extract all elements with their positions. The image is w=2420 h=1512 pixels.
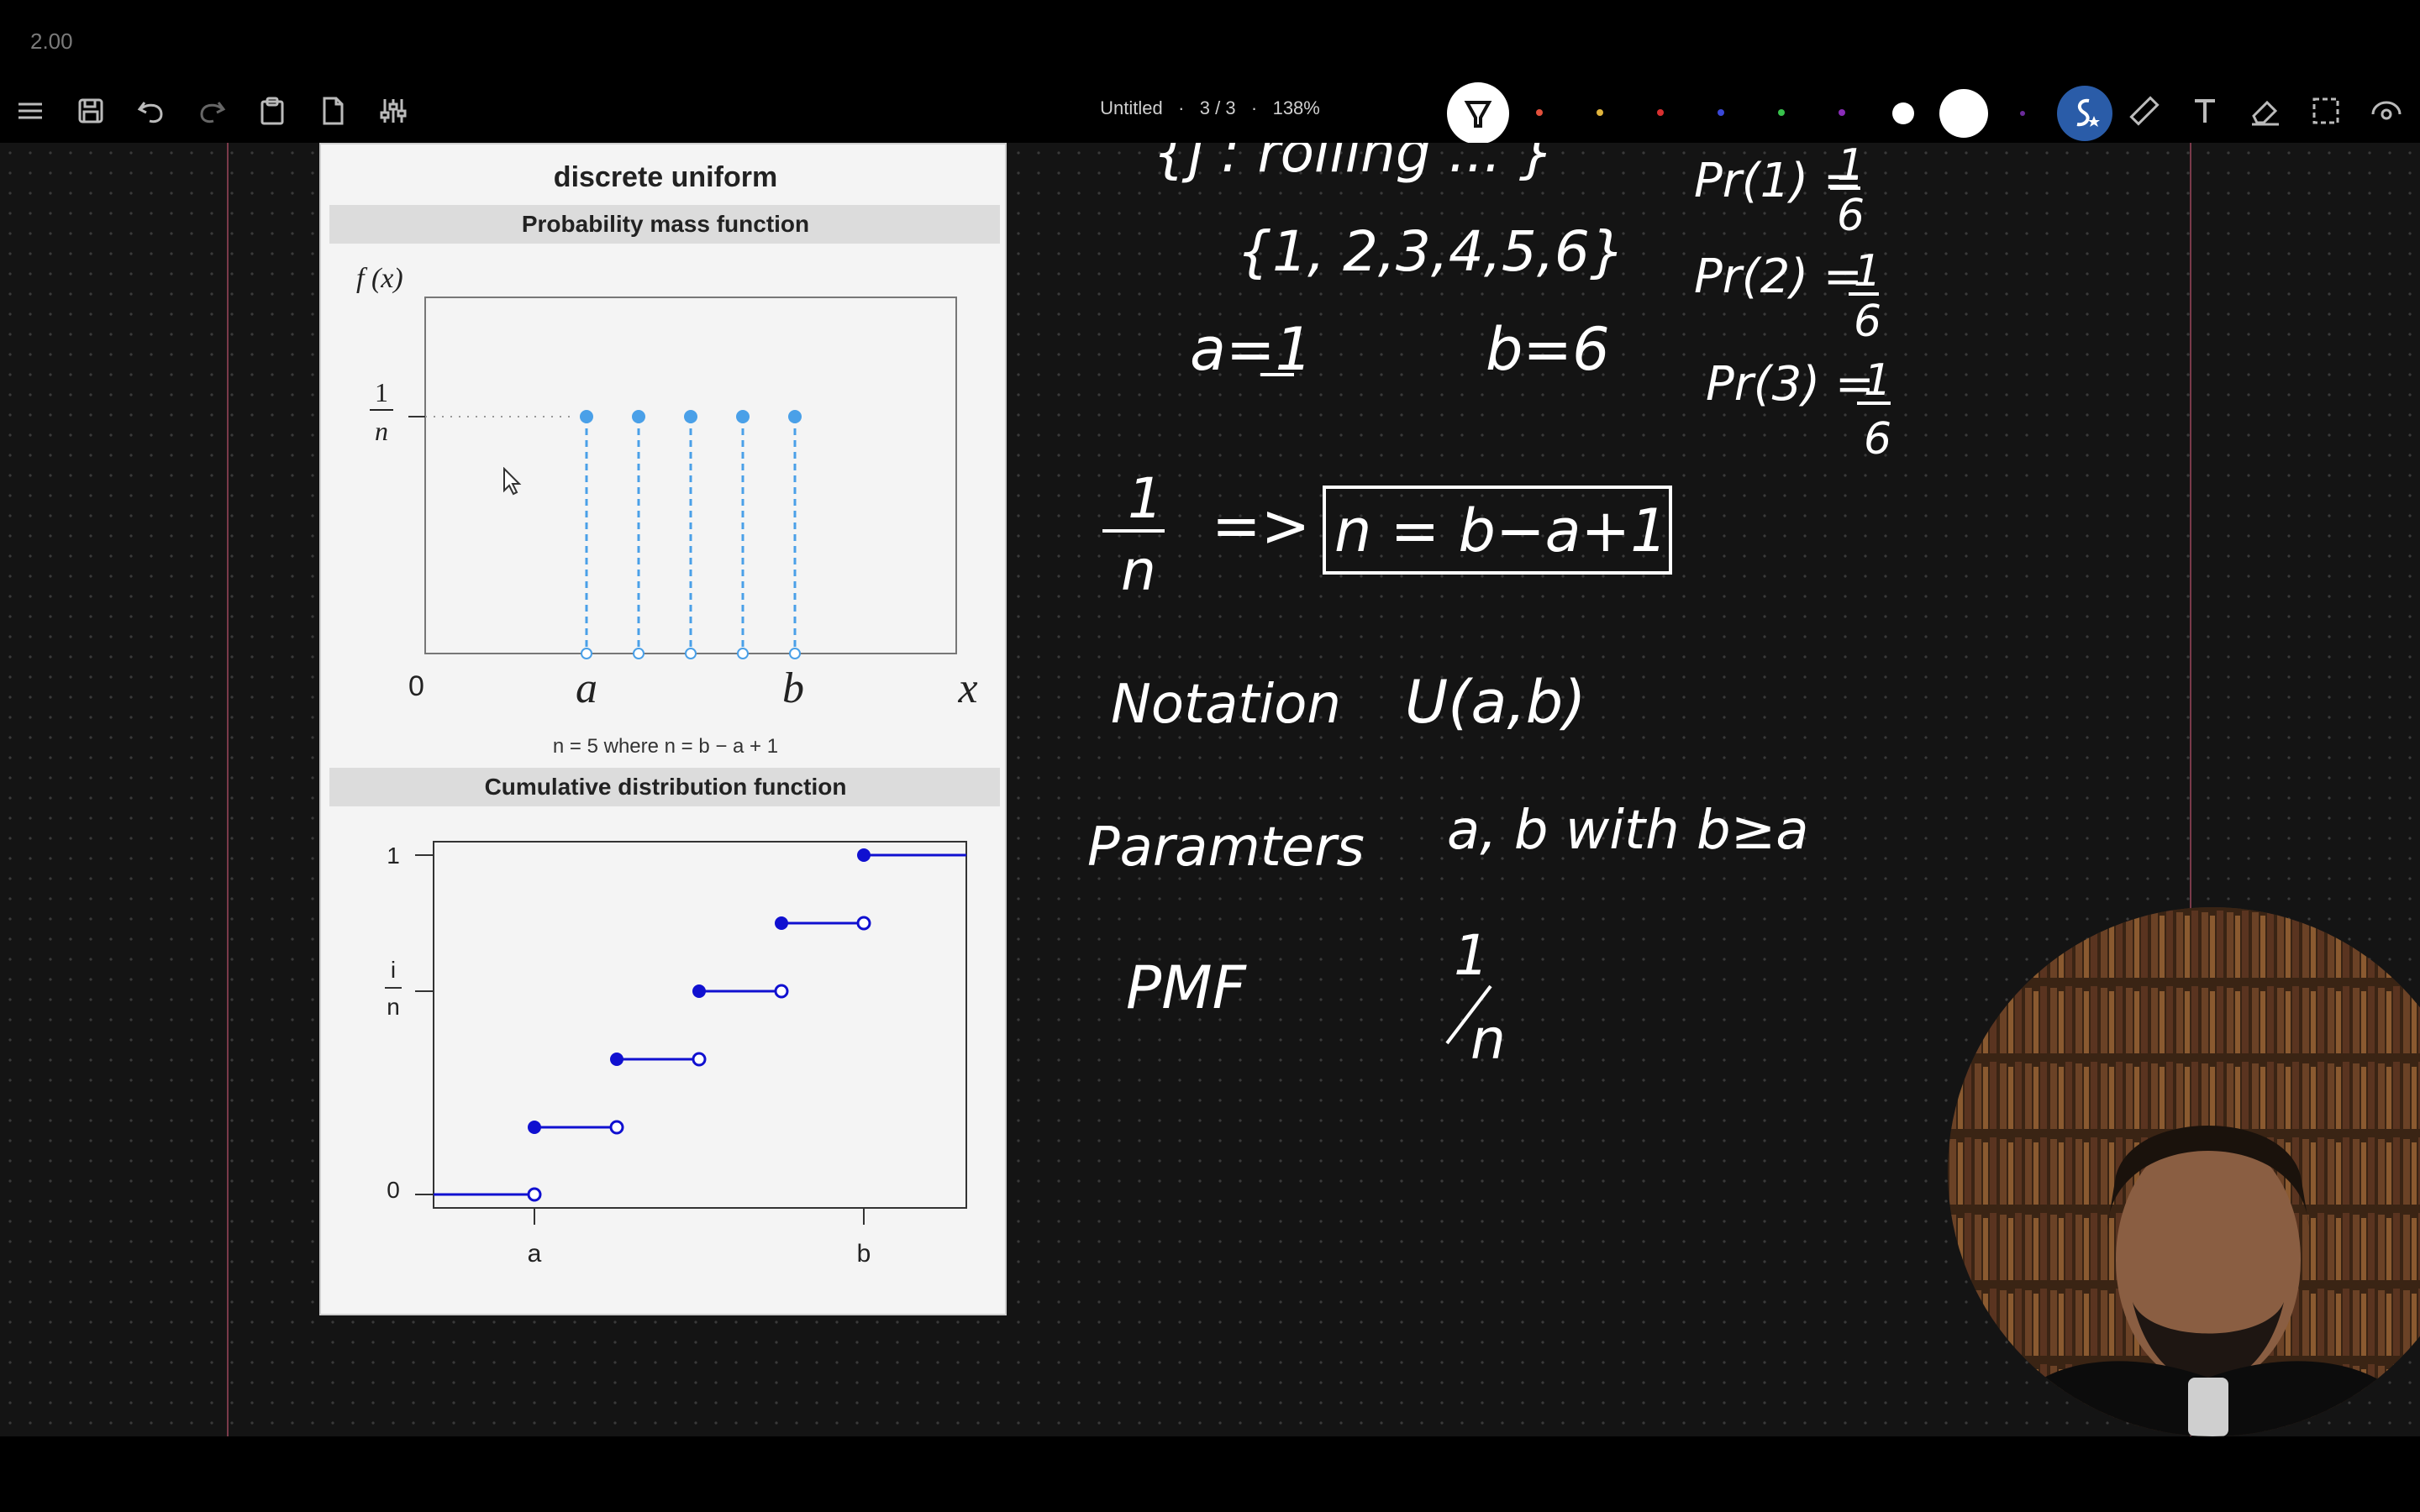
page-indicator[interactable]: 3 / 3	[1200, 97, 1236, 118]
note-notation-value: U(a,b)	[1405, 668, 1586, 737]
pen-tool-button[interactable]	[1447, 82, 1509, 144]
paste-icon[interactable]	[249, 87, 296, 134]
bottom-bar	[0, 1436, 2420, 1512]
lasso-select-icon[interactable]	[2302, 87, 2349, 134]
note-n: n	[1121, 538, 1156, 603]
new-page-icon[interactable]	[309, 87, 356, 134]
color-swatch-green[interactable]	[1778, 109, 1785, 116]
document-title[interactable]: Untitled	[1100, 97, 1163, 118]
title-separator: ·	[1178, 97, 1185, 118]
color-swatch-blue[interactable]	[1718, 109, 1724, 116]
note-pmf-den: n	[1470, 1007, 1506, 1072]
drawing-canvas[interactable]: discrete uniform Probability mass functi…	[0, 143, 2420, 1436]
note-pr2-num: 1	[1854, 246, 1881, 297]
app-version-label: 2.00	[30, 29, 73, 54]
ruler-icon[interactable]	[2121, 87, 2168, 134]
note-top-partial: {j : rolling ... }	[1153, 143, 1555, 185]
color-swatch-dark-purple[interactable]	[2020, 111, 2025, 116]
note-pr3: Pr(3) =	[1706, 357, 1875, 412]
view-icon[interactable]	[2363, 87, 2410, 134]
note-params-label: Paramters	[1087, 816, 1365, 879]
title-separator: ·	[1250, 97, 1258, 118]
note-pr3-num: 1	[1864, 355, 1891, 406]
note-pr2-den: 6	[1854, 297, 1881, 347]
note-pr1-num: 1	[1837, 143, 1865, 191]
note-pmf-label: PMF	[1126, 953, 1248, 1022]
note-pr3-den: 6	[1864, 414, 1891, 465]
color-swatch-red[interactable]	[1657, 109, 1664, 116]
note-implies: =>	[1212, 491, 1310, 560]
note-pmf-num: 1	[1454, 923, 1489, 988]
settings-sliders-icon[interactable]	[370, 87, 417, 134]
note-one: 1	[1128, 466, 1163, 531]
note-params-value: a, b with b≥a	[1447, 800, 1808, 862]
color-swatch-yellow[interactable]	[1597, 109, 1603, 116]
note-notation-label: Notation	[1111, 674, 1341, 736]
zoom-level[interactable]: 138%	[1273, 97, 1320, 118]
undo-icon[interactable]	[128, 87, 175, 134]
save-icon[interactable]	[67, 87, 114, 134]
note-b-equals: b=6	[1486, 315, 1610, 384]
redo-icon[interactable]	[188, 87, 235, 134]
shape-recognition-button[interactable]	[2057, 86, 2112, 141]
menu-icon[interactable]	[7, 87, 54, 134]
note-pr1-den: 6	[1837, 191, 1865, 241]
stroke-size-large[interactable]	[1939, 89, 1988, 138]
eraser-icon[interactable]	[2242, 87, 2289, 134]
stroke-size-small[interactable]	[1892, 102, 1914, 124]
note-sample-set: {1, 2,3,4,5,6}	[1237, 219, 1625, 284]
text-tool-icon[interactable]	[2181, 87, 2228, 134]
color-swatch-orange[interactable]	[1536, 109, 1543, 116]
note-pr2: Pr(2) =	[1694, 249, 1863, 304]
note-formula: n = b−a+1	[1334, 496, 1668, 565]
color-swatch-purple[interactable]	[1839, 109, 1845, 116]
note-a-equals: a=1	[1190, 315, 1313, 384]
